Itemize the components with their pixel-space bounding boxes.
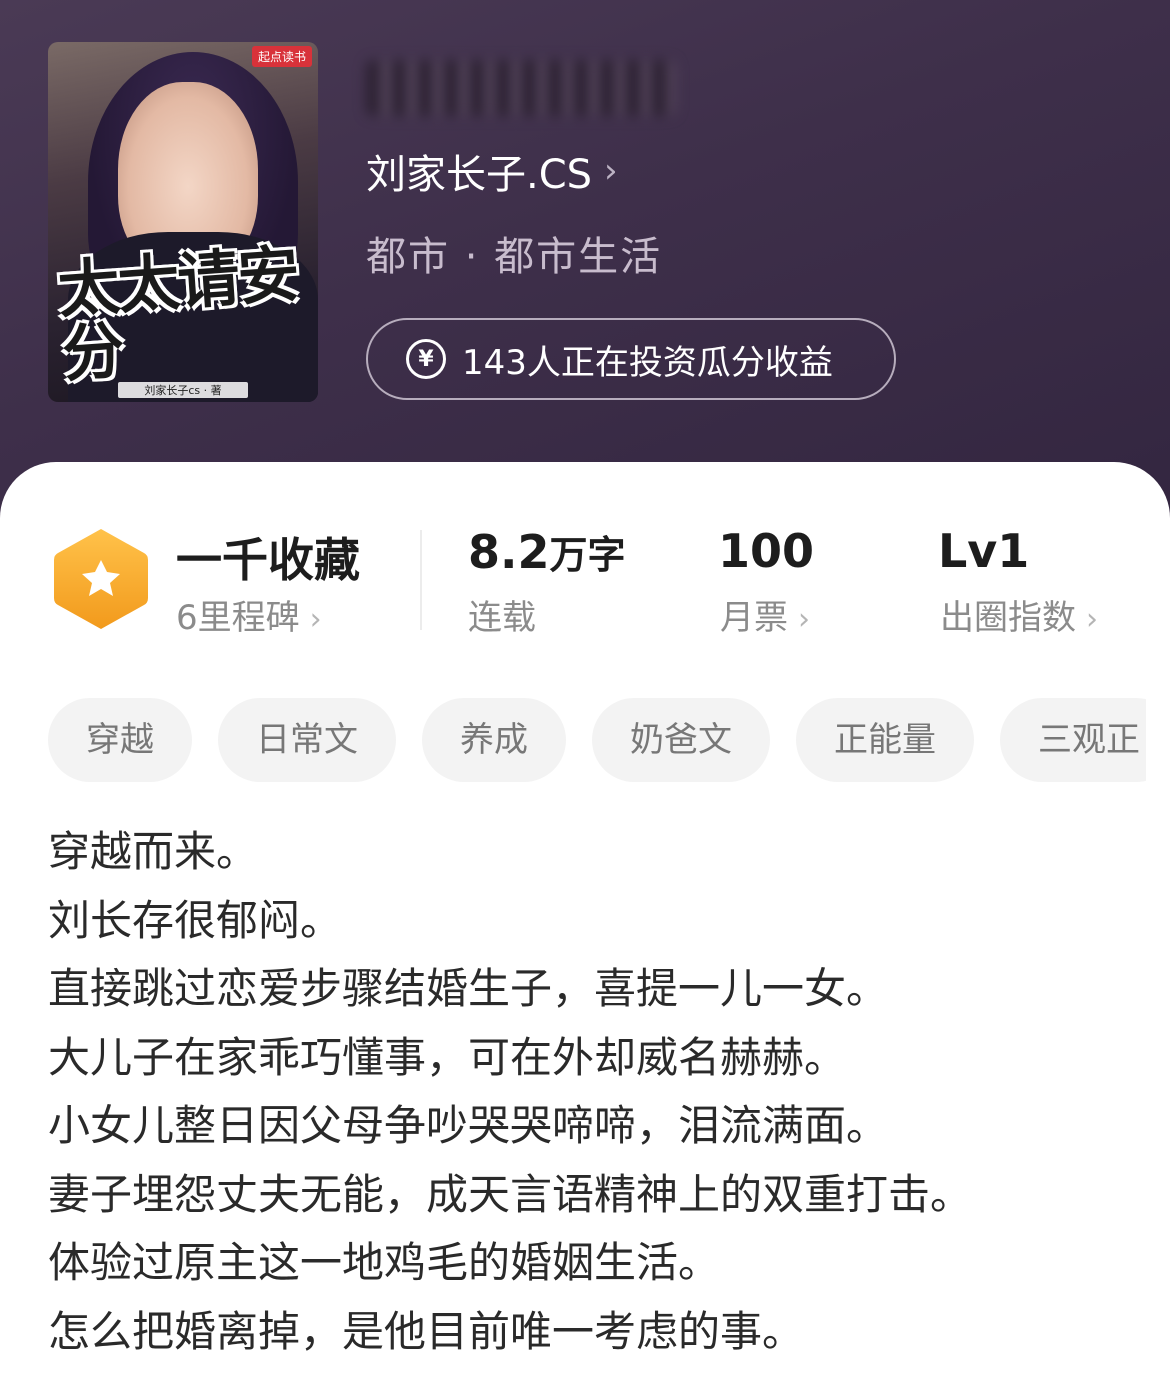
book-header: 起点读书 太太请安分 刘家长子cs · 著 刘家长子.CS › 都市 · 都市生… xyxy=(0,0,1170,520)
cover-title-art: 太太请安分 xyxy=(55,237,301,391)
synopsis-line: 怎么把婚离掉，是他目前唯一考虑的事。 xyxy=(48,1306,805,1356)
word-count: 8.2万字 xyxy=(468,524,626,579)
serial-status: 连载 xyxy=(468,598,536,638)
synopsis-line: 穿越而来。 xyxy=(48,827,259,876)
synopsis-line: 体验过原主这一地鸡毛的婚姻生活。 xyxy=(48,1238,721,1287)
synopsis-line: 直接跳过恋爱步骤结婚生子，喜提一儿一女。 xyxy=(48,964,889,1013)
stats-row: 一千收藏 6里程碑 › 8.2万字 连载 100 月票 › Lv1 出圈指数 › xyxy=(0,462,1170,662)
monthly-votes-value: 100 xyxy=(718,524,815,578)
yen-coin-icon: ¥ xyxy=(406,339,446,379)
book-genre: 都市 · 都市生活 xyxy=(366,234,663,280)
synopsis-line: 大儿子在家乖巧懂事，可在外却威名赫赫。 xyxy=(48,1032,847,1082)
book-cover[interactable]: 起点读书 太太请安分 刘家长子cs · 著 xyxy=(48,42,318,402)
word-count-unit: 万字 xyxy=(549,533,626,577)
synopsis-line: 妻子埋怨丈夫无能，成天言语精神上的双重打击。 xyxy=(48,1169,973,1219)
tag-chip[interactable]: 三观正 xyxy=(1000,698,1146,782)
chevron-right-icon: › xyxy=(798,602,810,637)
tag-chip[interactable]: 日常文 xyxy=(218,698,396,782)
word-count-value: 8.2 xyxy=(468,525,550,579)
blurred-book-title xyxy=(366,60,676,116)
author-name: 刘家长子.CS xyxy=(366,152,593,198)
invest-button[interactable]: ¥ 143人正在投资瓜分收益 xyxy=(366,318,896,400)
synopsis-line: 小女儿整日因父母争吵哭哭啼啼，泪流满面。 xyxy=(48,1101,889,1150)
synopsis-line: 刘长存很郁闷。 xyxy=(48,895,343,945)
stats-divider xyxy=(420,530,422,630)
cover-badge: 起点读书 xyxy=(251,46,312,67)
invest-label: 143人正在投资瓜分收益 xyxy=(462,342,833,383)
star-hexagon-icon xyxy=(54,529,148,629)
monthly-votes-link[interactable]: 月票 › xyxy=(720,590,810,639)
chevron-right-icon: › xyxy=(309,602,322,637)
breakout-value: Lv1 xyxy=(938,524,1030,578)
breakout-link[interactable]: 出圈指数 › xyxy=(940,590,1098,639)
tag-chip[interactable]: 穿越 xyxy=(48,698,192,782)
author-link[interactable]: 刘家长子.CS › xyxy=(366,146,618,198)
milestone-link[interactable]: 6里程碑 › xyxy=(176,590,322,639)
synopsis[interactable]: 穿越而来。 刘长存很郁闷。 直接跳过恋爱步骤结婚生子，喜提一儿一女。 大儿子在家… xyxy=(48,818,1128,1366)
breakout-label: 出圈指数 xyxy=(940,598,1076,638)
detail-sheet: 一千收藏 6里程碑 › 8.2万字 连载 100 月票 › Lv1 出圈指数 › 穿越… xyxy=(0,462,1170,1392)
tag-chip[interactable]: 奶爸文 xyxy=(592,698,770,782)
tag-chip[interactable]: 养成 xyxy=(422,698,566,782)
milestone-title: 一千收藏 xyxy=(176,533,360,587)
monthly-votes-label: 月票 xyxy=(720,598,788,638)
cover-author-credit: 刘家长子cs · 著 xyxy=(118,382,248,398)
chevron-right-icon: › xyxy=(604,151,618,191)
tag-chip[interactable]: 正能量 xyxy=(796,698,974,782)
chevron-right-icon: › xyxy=(1086,602,1098,637)
milestone-sub: 6里程碑 xyxy=(176,598,300,638)
tag-list: 穿越 日常文 养成 奶爸文 正能量 三观正 xyxy=(48,698,1146,782)
